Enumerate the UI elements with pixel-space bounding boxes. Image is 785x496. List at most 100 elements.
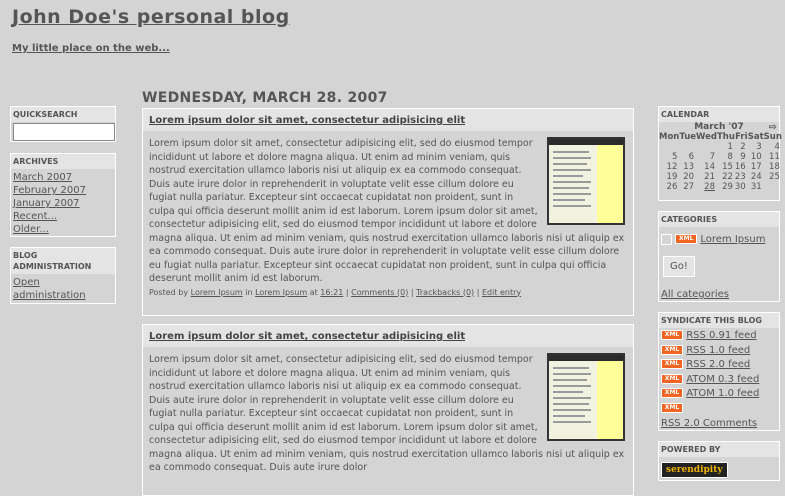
calendar-day: [659, 142, 679, 152]
blog-title-link[interactable]: John Doe's personal blog: [12, 6, 290, 28]
calendar-day: 16: [734, 162, 746, 172]
calendar-day: 12: [666, 162, 678, 172]
calendar-day: 6: [688, 152, 695, 162]
archive-link-march-2007[interactable]: March 2007: [13, 172, 72, 183]
rss-091-feed-link[interactable]: RSS 0.91 feed: [686, 330, 756, 341]
all-categories-link[interactable]: All categories: [661, 289, 729, 300]
calendar-day: 8: [727, 152, 733, 162]
calendar-day: 31: [750, 182, 762, 192]
calendar-day-link[interactable]: 28: [696, 182, 717, 192]
search-input[interactable]: [13, 123, 115, 141]
entry-title-link[interactable]: Lorem ipsum dolor sit amet, consectetur …: [149, 115, 465, 126]
date-header: WEDNESDAY, MARCH 28. 2007: [142, 90, 388, 106]
calendar-day: 29: [722, 182, 733, 192]
rss-20-feed-link[interactable]: RSS 2.0 feed: [686, 359, 750, 370]
entry-thumbnail-image[interactable]: [547, 353, 625, 441]
weekday-label: Mon: [659, 132, 680, 142]
calendar-day: 23: [734, 172, 746, 182]
arrow-right-icon[interactable]: ⇨: [769, 122, 777, 133]
category-checkbox[interactable]: [661, 233, 672, 245]
author-link[interactable]: Lorem Ipsum: [191, 288, 243, 297]
feed-item: XML RSS 1.0 feed: [661, 344, 777, 359]
calendar-grid: Mon Tue Wed Thu Fri Sat Sun 1 2 3 4 5 6 …: [659, 132, 782, 192]
go-button[interactable]: Go!: [663, 256, 695, 277]
trackbacks-link[interactable]: Trackbacks (0): [416, 288, 474, 297]
calendar-day: 10: [750, 152, 762, 162]
archives-box: ARCHIVES March 2007 February 2007 Januar…: [10, 153, 116, 237]
calendar-day-28-link[interactable]: 28: [704, 182, 715, 192]
calendar-day: [679, 142, 696, 152]
calendar-day: 13: [683, 162, 695, 172]
feed-item: XML RSS 2.0 feed: [661, 358, 777, 373]
archive-link-older[interactable]: Older...: [13, 224, 49, 235]
archives-title: ARCHIVES: [11, 154, 115, 169]
syndicate-box: SYNDICATE THIS BLOG XML RSS 0.91 feed XM…: [658, 312, 780, 431]
xml-feed-icon[interactable]: XML: [661, 344, 683, 355]
feed-item: XML RSS 0.91 feed: [661, 329, 777, 344]
entry-body: Lorem ipsum dolor sit amet, consectetur …: [143, 131, 633, 286]
calendar-day: 21: [704, 172, 715, 182]
calendar-box: CALENDAR March '07 ⇨ Mon Tue Wed Thu Fri…: [658, 106, 782, 201]
calendar-day: [764, 182, 782, 192]
weekday-label: Fri: [735, 132, 748, 142]
posted-by-label: Posted by: [149, 287, 189, 297]
calendar-day: 25: [769, 172, 780, 182]
blog-description[interactable]: My little place on the web...: [12, 43, 170, 54]
calendar-day: 20: [683, 172, 695, 182]
xml-feed-icon[interactable]: XML: [661, 330, 683, 340]
xml-feed-icon[interactable]: XML: [661, 373, 683, 384]
entry-thumbnail-image[interactable]: [547, 137, 625, 225]
entry-title-link[interactable]: Lorem ipsum dolor sit amet, consectetur …: [149, 331, 465, 342]
calendar-day: 15: [722, 162, 733, 172]
calendar-day: 3: [756, 142, 762, 152]
calendar-day: 5: [671, 152, 678, 162]
serendipity-logo[interactable]: serendipity: [661, 462, 728, 478]
calendar-day: 30: [734, 182, 746, 192]
edit-entry-link[interactable]: Edit entry: [482, 288, 521, 297]
powered-by-box: POWERED BY serendipity: [658, 441, 780, 481]
calendar-day: 27: [683, 182, 695, 192]
archives-list: March 2007 February 2007 January 2007 Re…: [11, 169, 115, 238]
entry-body: Lorem ipsum dolor sit amet, consectetur …: [143, 347, 633, 475]
calendar-day: 9: [740, 152, 746, 162]
rss-20-comments-link[interactable]: RSS 2.0 Comments: [661, 418, 757, 429]
archive-link-january-2007[interactable]: January 2007: [13, 198, 80, 209]
blog-administration-title: BLOG ADMINISTRATION: [11, 248, 115, 274]
in-label: in: [245, 287, 253, 297]
powered-by-title: POWERED BY: [659, 442, 779, 457]
weekday-label: Wed: [696, 132, 717, 142]
calendar-day: 1: [727, 142, 733, 152]
at-label: at: [309, 287, 318, 297]
weekday-label: Tue: [679, 132, 697, 142]
permalink-time-link[interactable]: 16:21: [320, 288, 343, 297]
category-link[interactable]: Lorem Ipsum: [700, 234, 765, 245]
xml-feed-icon[interactable]: XML: [661, 388, 683, 399]
calendar-title: CALENDAR: [659, 107, 779, 122]
open-administration-link[interactable]: Open administration: [13, 277, 86, 301]
weekday-label: Thu: [716, 132, 735, 142]
atom-10-feed-link[interactable]: ATOM 1.0 feed: [686, 388, 759, 399]
blog-description-link[interactable]: My little place on the web...: [12, 43, 170, 54]
blog-title[interactable]: John Doe's personal blog: [12, 6, 290, 28]
archive-link-recent[interactable]: Recent...: [13, 211, 57, 222]
xml-feed-icon[interactable]: XML: [675, 234, 698, 244]
entry-title: Lorem ipsum dolor sit amet, consectetur …: [143, 325, 633, 347]
xml-feed-icon[interactable]: XML: [661, 359, 683, 370]
calendar-day: [696, 142, 717, 152]
quicksearch-title: QUICKSEARCH: [11, 107, 115, 122]
archive-link-february-2007[interactable]: February 2007: [13, 185, 86, 196]
blog-administration-box: BLOG ADMINISTRATION Open administration: [10, 247, 116, 304]
comments-link[interactable]: Comments (0): [351, 288, 408, 297]
calendar-day: 17: [750, 162, 762, 172]
entry-title: Lorem ipsum dolor sit amet, consectetur …: [143, 109, 633, 131]
calendar-day: 7: [709, 152, 715, 162]
categories-title: CATEGORIES: [659, 212, 779, 227]
calendar-day: 19: [666, 172, 678, 182]
calendar-day: 24: [750, 172, 762, 182]
calendar-day: 22: [722, 172, 733, 182]
xml-feed-icon[interactable]: XML: [661, 402, 683, 413]
calendar-day: 26: [666, 182, 678, 192]
rss-10-feed-link[interactable]: RSS 1.0 feed: [686, 345, 750, 356]
category-link[interactable]: Lorem Ipsum: [255, 288, 307, 297]
atom-03-feed-link[interactable]: ATOM 0.3 feed: [686, 374, 759, 385]
